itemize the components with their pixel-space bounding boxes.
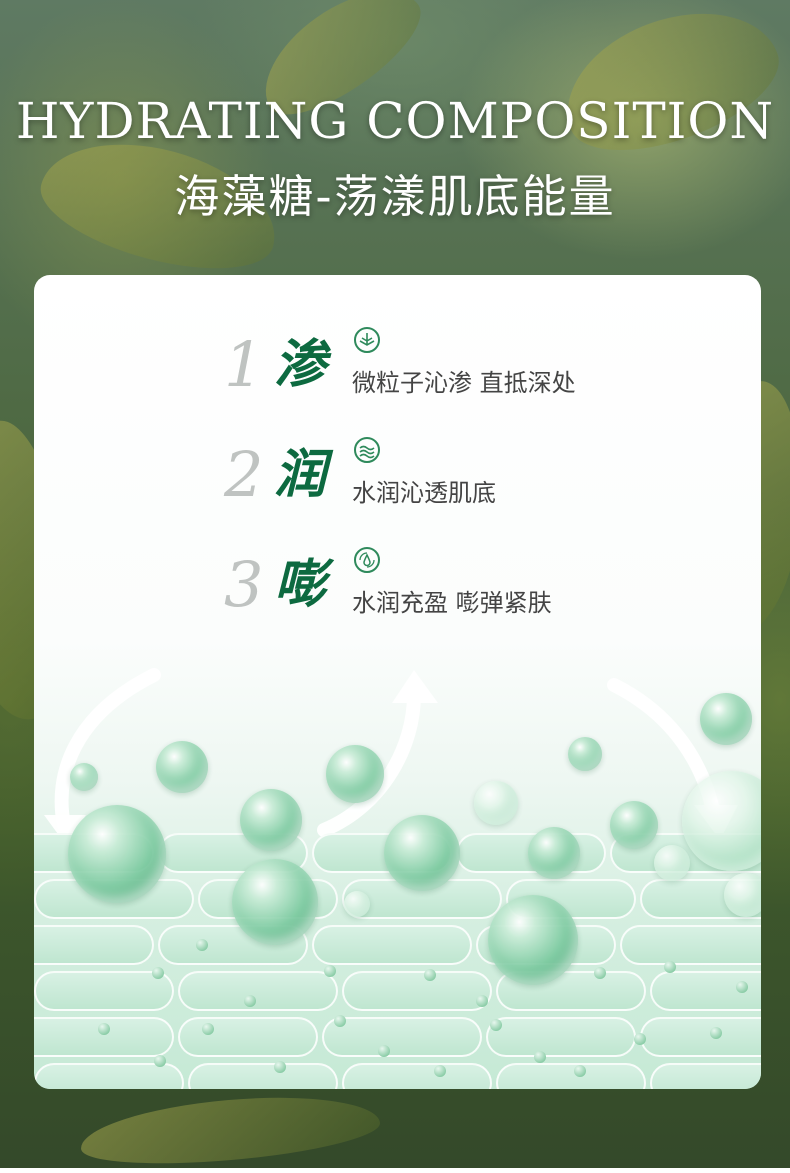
feature-number: 3: [224, 548, 264, 621]
water-droplet: [736, 981, 748, 993]
water-drop-cycle-icon: [354, 547, 380, 573]
water-bubble: [568, 737, 602, 771]
skin-cell: [650, 1063, 761, 1089]
feature-keyword: 嘭: [274, 555, 327, 615]
skin-cell: [486, 1017, 636, 1057]
title-chinese: 海藻糖-荡漾肌底能量: [174, 170, 616, 223]
water-droplet: [202, 1023, 214, 1035]
wave-filter-icon: [354, 327, 380, 353]
skin-cell: [178, 971, 338, 1011]
water-droplet: [274, 1061, 286, 1073]
feature-description: 水润充盈 嘭弹紧肤: [352, 589, 552, 617]
feature-description: 水润沁透肌底: [352, 479, 496, 507]
water-bubble: [156, 741, 208, 793]
water-droplet: [244, 995, 256, 1007]
skin-cell: [34, 1063, 184, 1089]
water-droplet: [154, 1055, 166, 1067]
water-droplet: [664, 961, 676, 973]
water-droplet: [534, 1051, 546, 1063]
skin-cell: [322, 1017, 482, 1057]
water-droplet: [378, 1045, 390, 1057]
water-bubble: [654, 845, 690, 881]
feature-number: 1: [224, 328, 264, 401]
skin-cell: [342, 1063, 492, 1089]
water-droplet: [424, 969, 436, 981]
water-bubble: [68, 805, 166, 903]
water-bubble: [240, 789, 302, 851]
water-droplet: [634, 1033, 646, 1045]
water-bubble: [700, 693, 752, 745]
water-bubble: [344, 891, 370, 917]
water-droplet: [152, 967, 164, 979]
water-droplet: [98, 1023, 110, 1035]
skin-cell: [620, 925, 761, 965]
water-droplet: [710, 1027, 722, 1039]
water-bubble: [70, 763, 98, 791]
water-bubble: [326, 745, 384, 803]
water-droplet: [476, 995, 488, 1007]
water-droplet: [490, 1019, 502, 1031]
water-droplet: [594, 967, 606, 979]
skin-cell: [178, 1017, 318, 1057]
water-droplet: [334, 1015, 346, 1027]
water-wave-icon: [354, 437, 380, 463]
water-bubble: [528, 827, 580, 879]
water-bubble: [724, 873, 761, 917]
water-droplet: [324, 965, 336, 977]
title-english: HYDRATING COMPOSITION: [15, 92, 775, 150]
skin-cell: [34, 925, 154, 965]
water-droplet: [574, 1065, 586, 1077]
water-bubble: [384, 815, 460, 891]
feature-card: 1 渗 微粒子沁渗 直抵深处 2 润 水润沁透肌底 3 嘭 水润充盈 嘭弹紧肤: [34, 275, 761, 1089]
water-droplet: [196, 939, 208, 951]
skin-cell: [312, 925, 472, 965]
skin-cell: [496, 1063, 646, 1089]
skin-cell: [188, 1063, 338, 1089]
feature-description: 微粒子沁渗 直抵深处: [352, 369, 576, 397]
water-bubble: [610, 801, 658, 849]
water-bubble: [474, 781, 518, 825]
feature-keyword: 渗: [274, 335, 327, 395]
skin-cell: [342, 971, 492, 1011]
feature-keyword: 润: [274, 445, 327, 505]
water-bubble: [232, 859, 318, 945]
skin-cell: [640, 1017, 761, 1057]
water-droplet: [434, 1065, 446, 1077]
feature-number: 2: [224, 438, 264, 511]
water-bubble: [488, 895, 578, 985]
